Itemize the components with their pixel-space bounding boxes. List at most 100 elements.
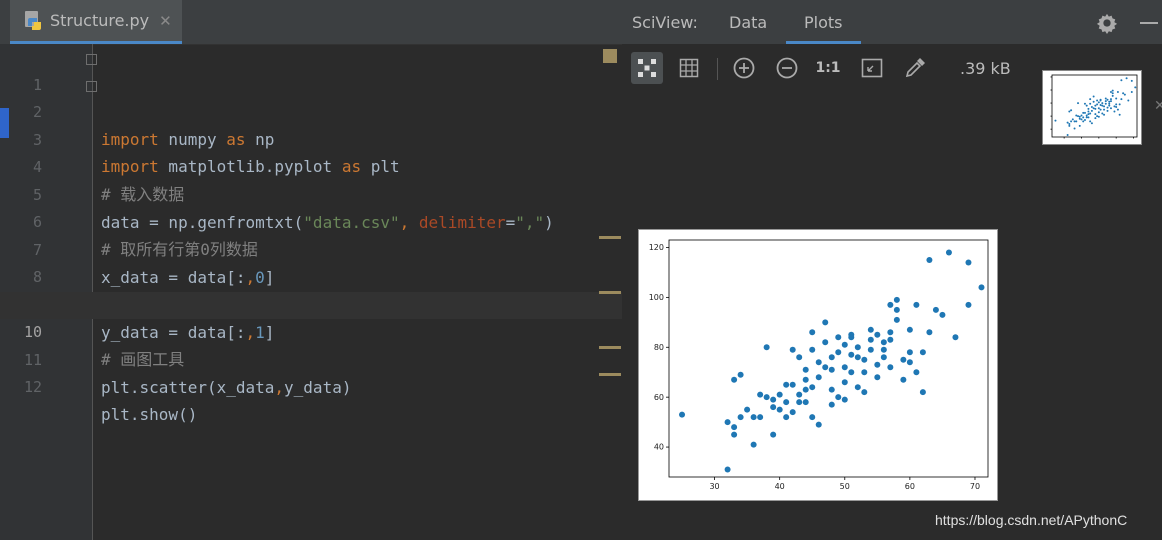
error-stripe-mark[interactable] [599, 373, 621, 376]
thumbnail-close-icon[interactable]: ✕ [1154, 98, 1162, 114]
error-stripe-mark[interactable] [599, 346, 621, 349]
data-point [1101, 104, 1104, 107]
data-point [1111, 94, 1114, 97]
data-point [965, 301, 972, 308]
data-point [757, 414, 764, 421]
data-point [1090, 105, 1093, 108]
data-point [1118, 113, 1121, 116]
data-point [913, 301, 920, 308]
data-point [900, 376, 907, 383]
fold-icon[interactable] [86, 81, 97, 92]
data-point [1092, 100, 1095, 103]
line-number: 12 [23, 378, 42, 396]
data-point [1099, 108, 1102, 111]
data-point [763, 394, 770, 401]
data-point [1094, 113, 1097, 116]
data-point [1104, 97, 1107, 100]
table-icon [679, 58, 699, 78]
fold-icon[interactable] [86, 54, 97, 65]
data-point [1083, 102, 1086, 105]
data-point [1089, 120, 1092, 123]
toolbar-separator [717, 58, 718, 80]
data-point [815, 374, 822, 381]
tab-plots[interactable]: Plots [786, 13, 861, 44]
tab-close-icon[interactable]: ✕ [159, 12, 172, 30]
data-point [1094, 117, 1097, 120]
zoom-out-button[interactable] [771, 52, 803, 84]
data-point [932, 306, 939, 313]
error-stripe-mark[interactable] [599, 236, 621, 239]
data-point [1116, 90, 1119, 93]
code-line: 6 # 取所有行第0列数据 [0, 182, 622, 259]
error-stripe-mark[interactable] [599, 291, 621, 294]
minimize-icon[interactable] [1140, 22, 1158, 24]
data-point [1066, 134, 1069, 137]
tab-structure-py[interactable]: Structure.py ✕ [10, 0, 182, 44]
y-tick-label: 120 [649, 243, 664, 252]
data-point [796, 399, 803, 406]
data-point [1115, 97, 1118, 100]
code-line: 5 data = np.genfromtxt("data.csv", delim… [0, 155, 622, 232]
code-line: 8 # 取所有行第1列数据 [0, 237, 622, 314]
data-point [835, 334, 842, 341]
y-tick-label: 80 [654, 343, 664, 352]
data-point [1096, 99, 1099, 102]
color-picker-button[interactable] [899, 52, 931, 84]
data-point [1125, 77, 1128, 80]
data-point [1092, 95, 1095, 98]
data-point [965, 259, 972, 266]
data-point [802, 399, 809, 406]
data-point [1123, 93, 1126, 96]
zoom-out-icon [776, 57, 798, 79]
data-point [1077, 102, 1080, 105]
code-line: 7 x_data = data[:,0] [0, 210, 622, 287]
sciview-header: SciView: Data Plots [622, 0, 1162, 44]
data-point [1087, 116, 1090, 119]
actual-size-button[interactable]: 1:1 [812, 52, 844, 84]
data-point [841, 364, 848, 371]
y-tick-label: 40 [654, 443, 664, 452]
data-point [731, 424, 738, 431]
data-point [1085, 104, 1088, 107]
data-point [1054, 119, 1057, 122]
data-point [1082, 116, 1085, 119]
fit-zoom-button[interactable] [856, 52, 888, 84]
editor-panel: Structure.py ✕ 1 import numpy as np 2 im… [0, 0, 622, 540]
data-point [1127, 99, 1130, 102]
fit-to-window-icon [861, 58, 883, 78]
data-point [1106, 98, 1109, 101]
data-point [1096, 103, 1099, 106]
data-point [887, 329, 894, 336]
data-point [815, 421, 822, 428]
data-point [1090, 109, 1093, 112]
data-point [828, 354, 835, 361]
data-point [1083, 119, 1086, 122]
data-point [874, 374, 881, 381]
data-point [848, 351, 855, 358]
data-point [867, 336, 874, 343]
data-point [880, 346, 887, 353]
data-point [1113, 105, 1116, 108]
tab-data[interactable]: Data [729, 13, 767, 32]
show-all-plots-button[interactable] [631, 52, 663, 84]
zoom-in-button[interactable] [728, 52, 760, 84]
table-view-button[interactable] [673, 52, 705, 84]
data-point [887, 364, 894, 371]
inspection-status-icon[interactable] [603, 49, 617, 63]
data-point [1097, 115, 1100, 118]
data-point [757, 391, 764, 398]
data-point [913, 369, 920, 376]
data-point [1090, 122, 1093, 125]
scatter-chart: 30 40 50 60 70 40 60 80 100 120 [649, 239, 989, 491]
data-point [1104, 102, 1107, 105]
data-point [1068, 110, 1071, 113]
actual-size-icon: 1:1 [815, 60, 841, 76]
data-point [1077, 115, 1080, 118]
data-point [1097, 111, 1100, 114]
data-point [724, 466, 731, 473]
data-point [744, 406, 751, 413]
x-tick-label: 60 [905, 482, 915, 491]
plot-thumbnail[interactable] [1042, 70, 1142, 145]
gear-icon[interactable] [1096, 12, 1118, 34]
data-point [789, 381, 796, 388]
